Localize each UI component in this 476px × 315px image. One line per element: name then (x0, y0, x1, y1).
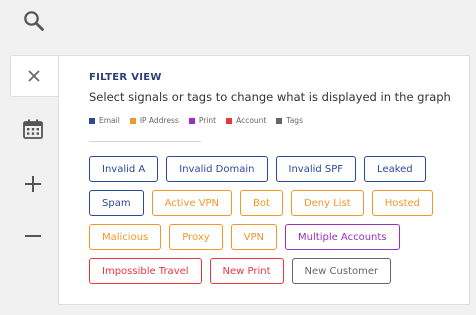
legend-item-tags: Tags (276, 116, 303, 125)
filter-chip-proxy[interactable]: Proxy (169, 224, 223, 250)
legend-item-account: Account (226, 116, 266, 125)
panel-title: FILTER VIEW (89, 72, 162, 83)
legend-label: IP Address (139, 116, 179, 125)
filter-chip-active-vpn[interactable]: Active VPN (151, 190, 233, 216)
legend-swatch (129, 117, 136, 124)
filter-chip-leaked[interactable]: Leaked (364, 156, 426, 182)
filter-chip-multiple-accounts[interactable]: Multiple Accounts (285, 224, 400, 250)
legend-item-email: Email (89, 116, 120, 125)
filter-chip-malicious[interactable]: Malicious (89, 224, 162, 250)
filter-chip-deny-list[interactable]: Deny List (290, 190, 364, 216)
minus-icon[interactable] (22, 225, 44, 247)
search-icon[interactable] (23, 10, 45, 32)
filter-chip-invalid-domain[interactable]: Invalid Domain (166, 156, 268, 182)
legend: Email IP Address Print Account Tags (89, 116, 313, 125)
filter-chip-hosted[interactable]: Hosted (371, 190, 434, 216)
legend-swatch (89, 117, 95, 124)
calendar-icon[interactable] (22, 118, 44, 140)
legend-swatch (188, 117, 195, 124)
filter-view-panel: FILTER VIEW Select signals or tags to ch… (58, 55, 470, 305)
legend-label: Email (99, 116, 120, 125)
legend-label: Tags (286, 116, 303, 125)
chip-row: Invalid A Invalid Domain Invalid SPF Leaked (89, 156, 459, 182)
legend-label: Account (236, 116, 267, 125)
legend-swatch (276, 117, 283, 124)
plus-icon[interactable] (22, 173, 44, 195)
panel-description: Select signals or tags to change what is… (89, 90, 451, 104)
filter-chips: Invalid A Invalid Domain Invalid SPF Leaked… (89, 156, 459, 292)
filter-chip-new-print[interactable]: New Print (209, 258, 284, 284)
filter-chip-invalid-spf[interactable]: Invalid SPF (275, 156, 357, 182)
legend-swatch (226, 117, 233, 124)
close-icon[interactable] (28, 70, 40, 82)
filter-chip-bot[interactable]: Bot (240, 190, 283, 216)
close-filter-tab[interactable] (10, 55, 58, 97)
filter-chip-impossible-travel[interactable]: Impossible Travel (89, 258, 202, 284)
chip-row: Impossible Travel New Print New Customer (89, 258, 459, 284)
chip-row: Malicious Proxy VPN Multiple Accounts (89, 224, 459, 250)
legend-item-print: Print (188, 116, 217, 125)
filter-chip-invalid-a[interactable]: Invalid A (89, 156, 159, 182)
filter-chip-new-customer[interactable]: New Customer (291, 258, 392, 284)
legend-label: Print (198, 116, 217, 125)
divider (89, 141, 201, 142)
chip-row: Spam Active VPN Bot Deny List Hosted (89, 190, 459, 216)
filter-chip-vpn[interactable]: VPN (230, 224, 278, 250)
filter-chip-spam[interactable]: Spam (89, 190, 144, 216)
legend-item-ip-address: IP Address (129, 116, 179, 125)
